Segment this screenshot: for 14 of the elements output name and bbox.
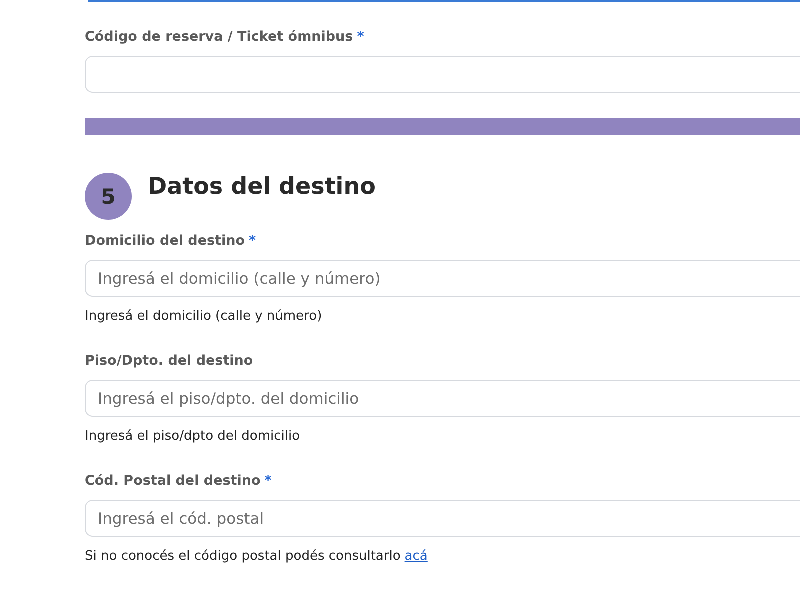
field-label: Domicilio del destino * — [85, 232, 256, 250]
help-text: Ingresá el domicilio (calle y número) — [85, 308, 322, 326]
link[interactable]: acá — [404, 549, 428, 564]
input-field[interactable] — [85, 56, 800, 93]
help-text: Si no conocés el código postal podés consultarlo acá — [85, 548, 428, 566]
field-label: Cód. Postal del destino * — [85, 472, 272, 490]
field-label: Código de reserva / Ticket ómnibus * — [85, 28, 364, 46]
help-text: Ingresá el piso/dpto del domicilio — [85, 428, 300, 446]
field-label: Piso/Dpto. del destino — [85, 352, 254, 370]
input-field[interactable]: Ingresá el domicilio (calle y número) — [85, 260, 800, 297]
input-field[interactable]: Ingresá el cód. postal — [85, 500, 800, 537]
section-title: Datos del destino — [148, 174, 376, 200]
input-field[interactable]: Ingresá el piso/dpto. del domicilio — [85, 380, 800, 417]
step-number: 5 — [85, 173, 132, 220]
